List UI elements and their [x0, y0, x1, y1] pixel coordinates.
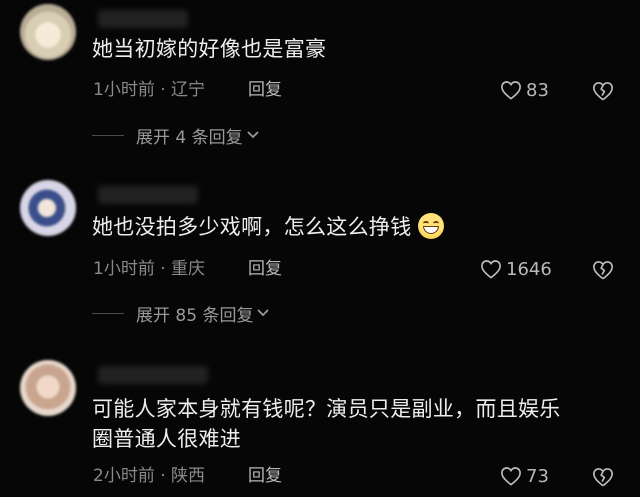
- like-count: 83: [526, 79, 549, 101]
- avatar[interactable]: [20, 360, 76, 416]
- username-blurred[interactable]: [98, 186, 198, 204]
- heart-icon: [481, 260, 501, 279]
- chevron-down-icon: [257, 309, 270, 317]
- like-count: 73: [526, 465, 549, 487]
- heart-icon: [501, 81, 521, 100]
- reply-button[interactable]: 回复: [248, 257, 282, 281]
- comment-meta: 2小时前 · 陕西: [93, 464, 205, 488]
- comment-location: 陕西: [171, 466, 206, 486]
- expand-replies-button[interactable]: 展开 4 条回复: [92, 124, 260, 148]
- chevron-down-icon: [246, 131, 259, 139]
- meta-separator: ·: [154, 466, 172, 486]
- heart-icon: [501, 467, 521, 486]
- like-button[interactable]: 1646: [480, 257, 552, 281]
- comment-location: 重庆: [171, 259, 206, 279]
- broken-heart-icon[interactable]: [592, 466, 614, 488]
- comment-meta: 1小时前 · 辽宁: [93, 78, 205, 102]
- like-button[interactable]: 83: [500, 78, 549, 102]
- expand-replies-label: 展开 85 条回复: [136, 305, 254, 326]
- comment-text-line2: 圈普通人很难进: [92, 427, 242, 451]
- comment-location: 辽宁: [171, 80, 206, 100]
- meta-separator: ·: [154, 259, 172, 279]
- comment-time: 1小时前: [93, 80, 155, 100]
- comment-text-line1: 可能人家本身就有钱呢？演员只是副业，而且娱乐: [92, 397, 561, 421]
- username-blurred[interactable]: [98, 366, 208, 384]
- comment-time: 1小时前: [93, 259, 155, 279]
- comment-text: 可能人家本身就有钱呢？演员只是副业，而且娱乐 圈普通人很难进: [92, 394, 561, 454]
- expand-replies-label: 展开 4 条回复: [136, 127, 243, 148]
- avatar[interactable]: [20, 4, 76, 60]
- comment-time: 2小时前: [93, 466, 155, 486]
- divider-line: [92, 134, 124, 136]
- broken-heart-icon[interactable]: [592, 259, 614, 281]
- broken-heart-icon[interactable]: [592, 80, 614, 102]
- reply-button[interactable]: 回复: [248, 464, 282, 488]
- comment-meta: 1小时前 · 重庆: [93, 257, 205, 281]
- divider-line: [92, 312, 124, 314]
- reply-button[interactable]: 回复: [248, 78, 282, 102]
- comment-text-content: 她也没拍多少戏啊，怎么这么挣钱: [92, 215, 412, 239]
- meta-separator: ·: [154, 80, 172, 100]
- like-count: 1646: [506, 258, 552, 280]
- like-button[interactable]: 73: [500, 464, 549, 488]
- grinning-face-icon: [417, 213, 444, 239]
- expand-replies-button[interactable]: 展开 85 条回复: [92, 302, 270, 326]
- username-blurred[interactable]: [98, 10, 188, 28]
- comment-text: 她当初嫁的好像也是富豪: [92, 37, 327, 61]
- avatar[interactable]: [20, 180, 76, 236]
- comment-text: 她也没拍多少戏啊，怎么这么挣钱: [92, 212, 444, 242]
